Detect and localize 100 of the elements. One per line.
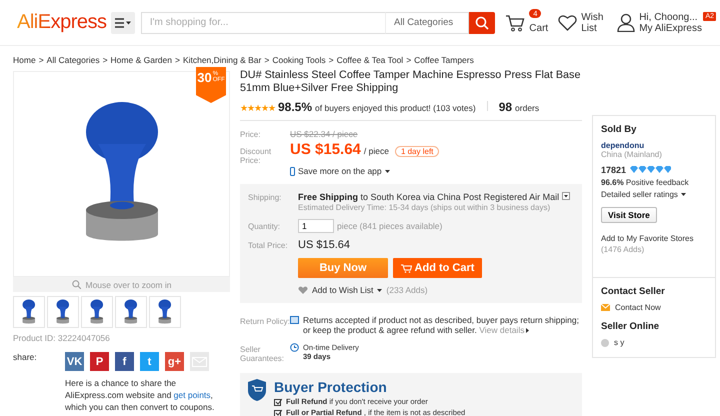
star-icon: ★ bbox=[247, 103, 254, 113]
visit-store-button[interactable]: Visit Store bbox=[601, 207, 657, 223]
checkbox-icon bbox=[274, 408, 282, 416]
stock-note: piece (841 pieces available) bbox=[337, 221, 442, 231]
thumbnail-photo[interactable] bbox=[115, 296, 147, 328]
star-icon: ★ bbox=[268, 103, 275, 113]
sold-by-heading: Sold By bbox=[601, 124, 638, 135]
cart-icon bbox=[400, 264, 412, 272]
caret-icon bbox=[377, 288, 382, 292]
tamper-drawing bbox=[55, 299, 71, 325]
search-field[interactable]: I'm shopping for... bbox=[140, 12, 385, 34]
diamond-rank-drawing bbox=[629, 166, 672, 174]
breadcrumb-separator: > bbox=[38, 55, 44, 65]
category-dropdown[interactable]: All Categories bbox=[385, 12, 469, 34]
breadcrumb-link[interactable]: All Categories bbox=[46, 55, 100, 65]
shipping-destination: to South Korea via China Post Registered Air Mail bbox=[360, 192, 560, 202]
quantity-label: Quantity: bbox=[248, 222, 282, 230]
breadcrumb-link[interactable]: Coffee & Tea Tool bbox=[336, 55, 404, 65]
wishlist-count: (233 Adds) bbox=[386, 285, 428, 295]
share-button[interactable]: VK bbox=[65, 352, 84, 371]
orders-label: orders bbox=[515, 103, 540, 113]
breadcrumb-link[interactable]: Cooking Tools bbox=[272, 55, 326, 65]
thumbnail-photo[interactable] bbox=[13, 296, 45, 328]
seller-location: China (Mainland) bbox=[601, 150, 663, 159]
feedback-label: Positive feedback bbox=[626, 178, 689, 187]
tamper-drawing bbox=[21, 299, 37, 325]
total-price: US $15.64 bbox=[298, 239, 350, 251]
time-left-badge: 1 day left bbox=[394, 146, 440, 157]
online-seller-name: s y bbox=[614, 338, 624, 347]
quantity-field[interactable]: 1 bbox=[298, 219, 334, 233]
return-policy-text: Returns accepted if product not as described, buyer pays return shipping; or keep the product & agree refund with seller. View details bbox=[303, 315, 580, 335]
chat-status-icon bbox=[601, 338, 609, 346]
total-price-label: Total Price: bbox=[248, 241, 289, 250]
app-promo-link[interactable]: Save more on the app bbox=[290, 166, 582, 176]
rating-text: of buyers enjoyed this product! (103 votes) bbox=[315, 103, 476, 113]
product-id: Product ID: 32224047056 bbox=[13, 333, 111, 343]
get-points-link[interactable]: get points bbox=[174, 390, 211, 400]
breadcrumb-separator: > bbox=[406, 55, 412, 65]
caret-icon bbox=[384, 170, 390, 172]
price-unit: / piece bbox=[364, 146, 389, 156]
breadcrumb-separator: > bbox=[102, 55, 108, 65]
phone-icon bbox=[290, 166, 295, 176]
add-to-wishlist-link[interactable]: Add to Wish List bbox=[312, 285, 374, 295]
seller-name-link[interactable]: dependonu bbox=[601, 141, 707, 150]
zoom-hint: Mouse over to zoom in bbox=[13, 277, 230, 292]
star-icon: ★ bbox=[254, 103, 261, 113]
contact-seller-heading: Contact Seller bbox=[601, 286, 666, 297]
checkbox-icon bbox=[274, 398, 282, 406]
original-price: US $22.34 / piece bbox=[290, 129, 358, 139]
my-aliexpress-link[interactable]: My AliExpress bbox=[639, 22, 702, 34]
thumbnail-photo[interactable] bbox=[47, 296, 79, 328]
star-icon: ★ bbox=[240, 103, 247, 113]
caret-icon bbox=[526, 328, 530, 333]
rating-percent: 98.5% bbox=[278, 100, 312, 114]
seller-ratings-link[interactable]: Detailed seller ratings bbox=[601, 190, 678, 199]
product-title: DU# Stainless Steel Coffee Tamper Machine Espresso Press Flat Base 51mm Blue+Silver Free Shipping bbox=[240, 69, 582, 95]
dropdown-icon[interactable] bbox=[562, 192, 570, 200]
menu-button[interactable] bbox=[111, 12, 135, 34]
heart-icon bbox=[558, 14, 578, 31]
breadcrumb-link[interactable]: Home bbox=[13, 55, 36, 65]
breadcrumb-link[interactable]: Kitchen,Dining & Bar bbox=[182, 55, 262, 65]
seller-score: 17821 bbox=[601, 165, 626, 175]
breadcrumb-link[interactable]: Home & Garden bbox=[110, 55, 172, 65]
heart-icon bbox=[298, 286, 308, 294]
orders-count: 98 bbox=[498, 100, 512, 114]
cart-icon bbox=[505, 14, 526, 32]
share-button[interactable]: g+ bbox=[165, 352, 184, 371]
tamper-drawing bbox=[157, 299, 173, 325]
favorite-count: (1476 Adds) bbox=[601, 245, 644, 254]
search-button[interactable] bbox=[469, 12, 496, 34]
price-label: Price: bbox=[240, 130, 262, 139]
favorite-stores-link[interactable]: Add to My Favorite Stores bbox=[601, 234, 694, 243]
contact-now-link[interactable]: Contact Now bbox=[615, 303, 661, 312]
thumbnail-photo[interactable] bbox=[149, 296, 181, 328]
feedback-rate: 96.6% bbox=[601, 178, 624, 187]
seller-guarantees-label: Seller Guarantees: bbox=[240, 345, 286, 363]
share-label: share: bbox=[13, 352, 38, 364]
tamper-drawing bbox=[89, 299, 105, 325]
breadcrumb-separator: > bbox=[174, 55, 180, 65]
breadcrumb-separator: > bbox=[264, 55, 270, 65]
breadcrumb-separator: > bbox=[328, 55, 334, 65]
share-button[interactable]: P bbox=[90, 352, 109, 371]
clock-icon bbox=[290, 343, 299, 352]
delivery-estimate: Estimated Delivery Time: 15-34 days (ships out within 3 business days) bbox=[298, 203, 552, 212]
search-icon bbox=[475, 16, 490, 30]
star-icon: ★ bbox=[261, 103, 268, 113]
wishlist-link[interactable]: Wish List bbox=[558, 12, 604, 34]
menu-icon bbox=[115, 18, 132, 28]
shipping-label: Shipping: bbox=[248, 193, 282, 202]
seller-online-heading: Seller Online bbox=[601, 321, 660, 332]
search-icon bbox=[72, 280, 80, 289]
breadcrumb-link[interactable]: Coffee Tampers bbox=[414, 55, 474, 65]
return-policy-label: Return Policy: bbox=[240, 317, 290, 326]
thumbnail-photo[interactable] bbox=[81, 296, 113, 328]
discount-price-label: Discount Price: bbox=[240, 147, 272, 165]
caret-icon bbox=[680, 193, 686, 196]
discount-price: US $15.64 bbox=[290, 141, 361, 158]
user-icon bbox=[617, 13, 636, 32]
shield-cart-icon bbox=[248, 379, 266, 401]
share-button[interactable]: f bbox=[115, 352, 134, 371]
